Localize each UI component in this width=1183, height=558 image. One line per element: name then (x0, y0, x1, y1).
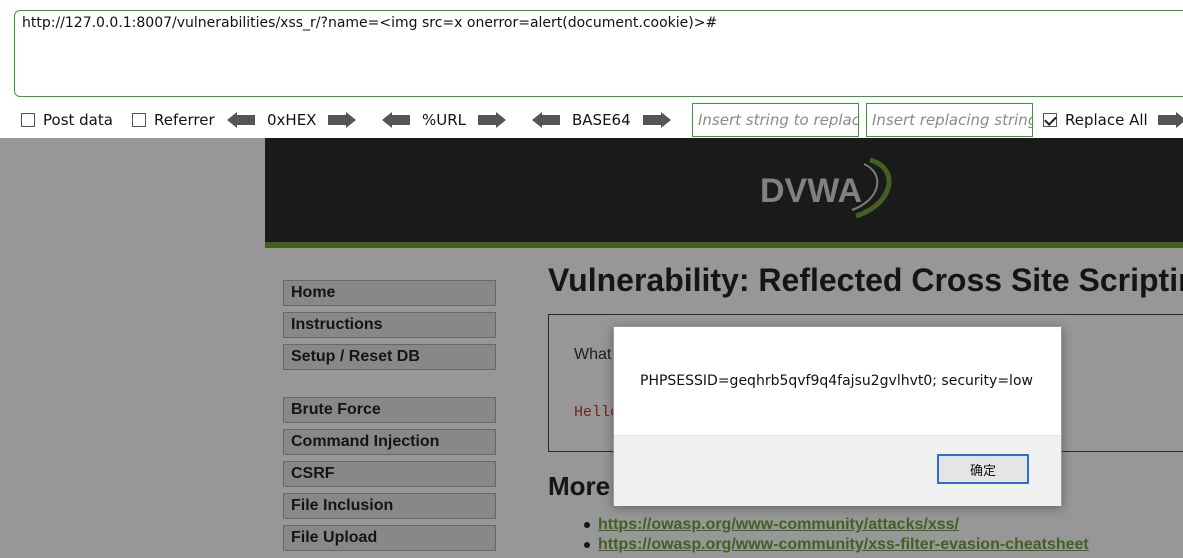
url-encode-arrow-icon[interactable] (478, 112, 507, 128)
base64-encoder: BASE64 (532, 103, 671, 137)
replace-find-input[interactable]: Insert string to replace (692, 103, 859, 137)
post-data-label: Post data (43, 111, 113, 129)
hex-label: 0xHEX (267, 111, 317, 129)
url-encoder: %URL (382, 103, 507, 137)
base64-label: BASE64 (572, 111, 631, 129)
hackbar-controls-row: Post data Referrer 0xHEX %URL BASE64 Ins… (0, 103, 1183, 137)
referrer-toggle[interactable]: Referrer (132, 103, 215, 137)
post-data-checkbox[interactable] (21, 113, 35, 127)
post-data-toggle[interactable]: Post data (21, 103, 113, 137)
replace-all-checkbox[interactable] (1043, 113, 1057, 127)
referrer-checkbox[interactable] (132, 113, 146, 127)
hex-encode-arrow-icon[interactable] (328, 112, 357, 128)
replace-all-label: Replace All (1065, 111, 1148, 129)
alert-dialog: PHPSESSID=geqhrb5qvf9q4fajsu2gvlhvt0; se… (613, 326, 1062, 506)
replace-all-toggle[interactable]: Replace All (1043, 103, 1148, 137)
base64-encode-arrow-icon[interactable] (642, 112, 671, 128)
hex-decode-arrow-icon[interactable] (227, 112, 255, 128)
alert-footer: 确定 (614, 435, 1061, 506)
url-encode-label: %URL (422, 111, 467, 129)
url-input[interactable]: http://127.0.0.1:8007/vulnerabilities/xs… (14, 10, 1183, 97)
url-decode-arrow-icon[interactable] (382, 112, 410, 128)
alert-message: PHPSESSID=geqhrb5qvf9q4fajsu2gvlhvt0; se… (640, 373, 1033, 389)
replace-with-input[interactable]: Insert replacing string (866, 103, 1033, 137)
ok-button[interactable]: 确定 (937, 454, 1029, 484)
hex-encoder: 0xHEX (227, 103, 357, 137)
replace-arrow-icon[interactable] (1158, 103, 1183, 137)
hackbar-toolbar: http://127.0.0.1:8007/vulnerabilities/xs… (0, 0, 1183, 138)
base64-decode-arrow-icon[interactable] (532, 112, 560, 128)
referrer-label: Referrer (154, 111, 215, 129)
